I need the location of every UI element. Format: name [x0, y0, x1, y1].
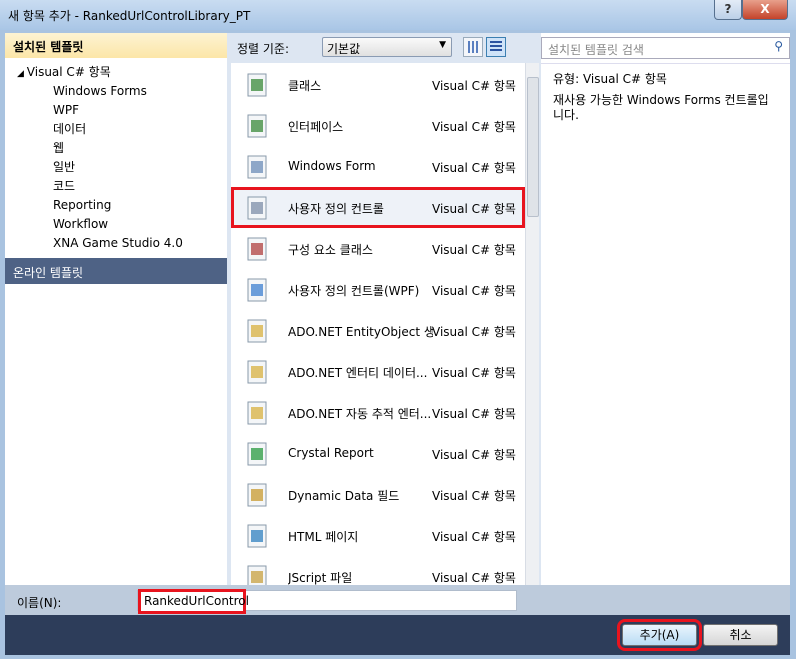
item-name: 클래스 [288, 79, 322, 93]
item-name: 인터페이스 [288, 120, 344, 134]
item-name: Crystal Report [288, 446, 374, 460]
template-item[interactable]: 인터페이스 Visual C# 항목 [231, 105, 525, 146]
name-value: RankedUrlControl [138, 589, 249, 614]
item-category: Visual C# 항목 [432, 202, 516, 216]
sort-value: 기본값 [327, 42, 361, 56]
details-panel: 설치된 템플릿 검색 ⚲ 유형: Visual C# 항목 재사용 가능한 Win… [541, 33, 790, 585]
template-item[interactable]: 클래스 Visual C# 항목 [231, 64, 525, 105]
form-icon [243, 153, 271, 181]
template-item[interactable]: Dynamic Data 필드 Visual C# 항목 [231, 474, 525, 515]
name-input[interactable]: RankedUrlControl [137, 589, 517, 614]
template-item[interactable]: Windows Form Visual C# 항목 [231, 146, 525, 187]
tree-root-label: Visual C# 항목 [26, 65, 111, 79]
item-name: 구성 요소 클래스 [288, 243, 373, 257]
item-category: Visual C# 항목 [432, 120, 516, 134]
footer: 추가(A) 취소 [5, 615, 790, 655]
help-button[interactable]: ? [714, 0, 742, 20]
tree-item[interactable]: 일반 [5, 158, 227, 177]
database-icon [243, 399, 271, 427]
template-item[interactable]: 사용자 정의 컨트롤(WPF) Visual C# 항목 [231, 269, 525, 310]
template-list: 클래스 Visual C# 항목 인터페이스 Visual C# 항목 Windows … [231, 63, 525, 585]
search-icon[interactable]: ⚲ [774, 39, 783, 53]
item-category: Visual C# 항목 [432, 530, 516, 544]
type-label: 유형: [553, 72, 580, 86]
item-name: 사용자 정의 컨트롤(WPF) [288, 284, 420, 298]
item-name: ADO.NET 자동 추적 엔터... [288, 407, 432, 421]
item-name: ADO.NET 엔터티 데이터... [288, 366, 428, 380]
tree-item[interactable]: Windows Forms [5, 82, 227, 101]
template-item[interactable]: ADO.NET 자동 추적 엔터... Visual C# 항목 [231, 392, 525, 433]
item-category: Visual C# 항목 [432, 243, 516, 257]
scrollbar[interactable] [525, 63, 539, 585]
online-templates-header[interactable]: 온라인 템플릿 [5, 258, 227, 284]
item-info: 유형: Visual C# 항목 재사용 가능한 Windows Forms 컨… [541, 63, 790, 585]
collapse-icon[interactable]: ◢ [17, 69, 27, 79]
item-name: 사용자 정의 컨트롤 [288, 202, 384, 216]
item-category: Visual C# 항목 [432, 325, 516, 339]
template-list-panel: 정렬 기준: 기본값 ▼ 클래스 Visual C# 항목 인터페이스 Visual C… [227, 33, 541, 585]
tree-item[interactable]: WPF [5, 101, 227, 120]
chevron-down-icon: ▼ [439, 40, 446, 50]
wpf-control-icon [243, 276, 271, 304]
tree-item[interactable]: Reporting [5, 196, 227, 215]
user-control-icon [243, 194, 271, 222]
item-category: Visual C# 항목 [432, 161, 516, 175]
component-icon [243, 235, 271, 263]
database-icon [243, 358, 271, 386]
tree-root[interactable]: ◢ Visual C# 항목 [5, 63, 227, 82]
template-item[interactable]: JScript 파일 Visual C# 항목 [231, 556, 525, 585]
class-icon [243, 71, 271, 99]
template-tree-panel: 설치된 템플릿 ◢ Visual C# 항목 온라인 템플릿 Windows F… [5, 33, 227, 585]
item-category: Visual C# 항목 [432, 571, 516, 585]
item-name: HTML 페이지 [288, 530, 359, 544]
item-name: JScript 파일 [288, 571, 353, 585]
item-category: Visual C# 항목 [432, 407, 516, 421]
item-category: Visual C# 항목 [432, 284, 516, 298]
scrollbar-thumb[interactable] [527, 77, 539, 217]
tree-item[interactable]: Workflow [5, 215, 227, 234]
medium-icons-view-button[interactable] [463, 37, 483, 57]
sort-label: 정렬 기준: [237, 42, 290, 56]
installed-templates-header[interactable]: 설치된 템플릿 [5, 33, 227, 58]
template-item[interactable]: 구성 요소 클래스 Visual C# 항목 [231, 228, 525, 269]
template-item[interactable]: 사용자 정의 컨트롤 Visual C# 항목 [231, 187, 525, 228]
item-category: Visual C# 항목 [432, 366, 516, 380]
title-bar: 새 항목 추가 - RankedUrlControlLibrary_PT ? X [0, 0, 796, 30]
item-name: Windows Form [288, 159, 376, 173]
tree-item[interactable]: 웹 [5, 139, 227, 158]
item-category: Visual C# 항목 [432, 79, 516, 93]
database-icon [243, 317, 271, 345]
tree-item[interactable]: XNA Game Studio 4.0 [5, 234, 227, 253]
search-placeholder: 설치된 템플릿 검색 [548, 43, 644, 57]
template-item[interactable]: ADO.NET 엔터티 데이터... Visual C# 항목 [231, 351, 525, 392]
item-description: 재사용 가능한 Windows Forms 컨트롤입니다. [553, 93, 769, 122]
template-item[interactable]: ADO.NET EntityObject 생... Visual C# 항목 [231, 310, 525, 351]
list-view-button[interactable] [486, 37, 506, 57]
template-item[interactable]: HTML 페이지 Visual C# 항목 [231, 515, 525, 556]
interface-icon [243, 112, 271, 140]
name-label: 이름(N): [17, 596, 62, 610]
tree-item[interactable]: 코드 [5, 177, 227, 196]
search-input[interactable]: 설치된 템플릿 검색 ⚲ [541, 37, 790, 59]
name-row: 이름(N): RankedUrlControl [5, 585, 790, 615]
sort-dropdown[interactable]: 기본값 ▼ [322, 37, 452, 57]
cancel-button[interactable]: 취소 [703, 624, 778, 646]
item-category: Visual C# 항목 [432, 448, 516, 462]
add-button[interactable]: 추가(A) [617, 619, 702, 651]
item-name: ADO.NET EntityObject 생... [288, 325, 433, 339]
jscript-icon [243, 563, 271, 585]
html-page-icon [243, 522, 271, 550]
close-button[interactable]: X [742, 0, 788, 20]
tree-item[interactable]: 데이터 [5, 120, 227, 139]
type-value: Visual C# 항목 [582, 72, 667, 86]
template-item[interactable]: Crystal Report Visual C# 항목 [231, 433, 525, 474]
window-title: 새 항목 추가 - RankedUrlControlLibrary_PT [8, 9, 251, 23]
item-name: Dynamic Data 필드 [288, 489, 400, 503]
item-category: Visual C# 항목 [432, 489, 516, 503]
crystal-report-icon [243, 440, 271, 468]
dynamic-data-icon [243, 481, 271, 509]
